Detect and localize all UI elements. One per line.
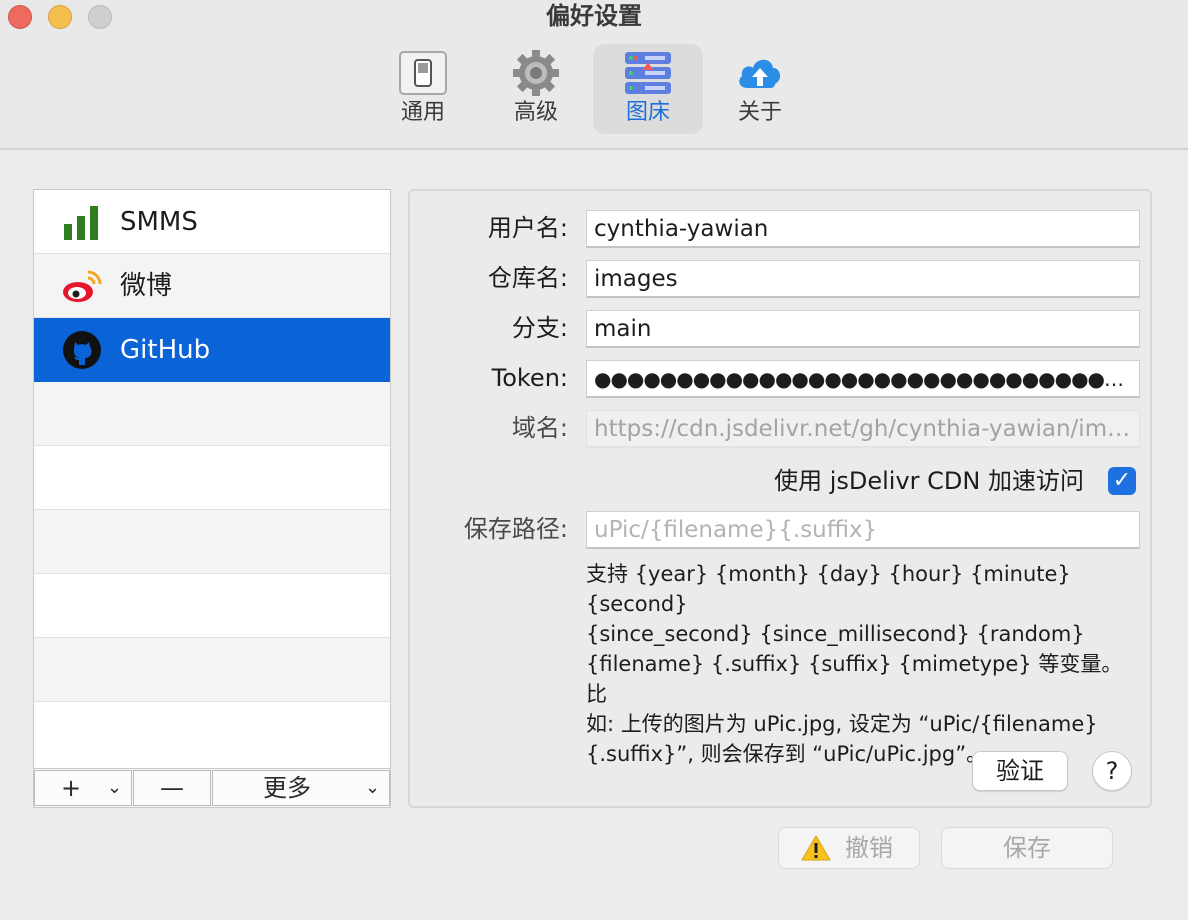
github-icon (63, 331, 101, 369)
minus-icon: — (160, 774, 184, 802)
tab-general[interactable]: 通用 (368, 44, 478, 134)
remove-host-button[interactable]: — (133, 770, 211, 806)
chevron-down-icon: ⌄ (365, 777, 381, 798)
empty-row (34, 638, 390, 702)
save-path-help-text: 支持 {year} {month} {day} {hour} {minute} … (586, 559, 1134, 769)
branch-field[interactable]: main (586, 310, 1140, 348)
save-path-label: 保存路径: (463, 515, 568, 543)
tab-label: 关于 (737, 100, 782, 125)
github-settings-panel: 用户名: cynthia-yawian 仓库名: images 分支: main… (408, 189, 1152, 808)
username-field[interactable]: cynthia-yawian (586, 210, 1140, 248)
help-line: {since_second} {since_millisecond} {rand… (586, 622, 1085, 646)
list-toolbar: + ⌄ — 更多 ⌄ (34, 768, 390, 807)
list-item-label: GitHub (120, 335, 211, 365)
list-item-weibo[interactable]: 微博 (34, 254, 390, 318)
gear-icon (513, 50, 559, 96)
list-item-smms[interactable]: SMMS (34, 190, 390, 254)
empty-row (34, 702, 390, 768)
token-field[interactable]: ●●●●●●●●●●●●●●●●●●●●●●●●●●●●●●●●●●●●●●●●… (586, 360, 1140, 398)
verify-button[interactable]: 验证 (972, 751, 1068, 791)
help-line: {filename} {.suffix} {suffix} {mimetype}… (586, 652, 1123, 706)
more-label: 更多 (263, 774, 311, 802)
empty-row (34, 510, 390, 574)
chevron-down-icon: ⌄ (107, 777, 123, 798)
empty-row (34, 574, 390, 638)
weibo-icon (63, 270, 102, 302)
add-host-button[interactable]: + ⌄ (34, 770, 132, 806)
cloud-upload-icon (739, 59, 781, 88)
cdn-option: 使用 jsDelivr CDN 加速访问 ✓ (410, 461, 1136, 501)
save-path-field[interactable]: uPic/{filename}{.suffix} (586, 511, 1140, 549)
help-line: 支持 {year} {month} {day} {hour} {minute} … (586, 562, 1071, 616)
tab-image-hosts[interactable]: 图床 (593, 44, 703, 134)
repo-label: 仓库名: (487, 264, 568, 292)
cdn-label: 使用 jsDelivr CDN 加速访问 (774, 467, 1084, 495)
switch-icon (399, 51, 447, 95)
domain-label: 域名: (511, 414, 568, 442)
domain-field: https://cdn.jsdelivr.net/gh/cynthia-yawi… (586, 410, 1140, 448)
list-item-github[interactable]: GitHub (34, 318, 390, 382)
list-item-label: SMMS (120, 207, 198, 237)
toolbar: 偏好设置 通用 高级 图床 关于 (0, 0, 1188, 150)
undo-label: 撤销 (845, 834, 893, 862)
tab-label: 通用 (400, 100, 445, 125)
branch-label: 分支: (511, 314, 568, 342)
tab-about[interactable]: 关于 (705, 44, 815, 134)
image-host-list: SMMS 微博 GitHub + ⌄ — 更多 ⌄ (33, 189, 391, 808)
undo-button[interactable]: 撤销 (778, 827, 920, 869)
checkmark-icon: ✓ (1112, 468, 1132, 493)
save-button[interactable]: 保存 (941, 827, 1113, 869)
plus-icon: + (61, 774, 82, 802)
warning-icon (801, 835, 831, 861)
username-label: 用户名: (487, 214, 568, 242)
cdn-checkbox[interactable]: ✓ (1108, 467, 1136, 495)
help-button[interactable]: ? (1092, 751, 1132, 791)
token-label: Token: (491, 364, 568, 392)
window-title: 偏好设置 (546, 2, 642, 30)
help-line: 如: 上传的图片为 uPic.jpg, 设定为 “uPic/{filename} (586, 712, 1098, 736)
server-icon (625, 52, 671, 94)
tab-label: 高级 (513, 100, 558, 125)
repo-field[interactable]: images (586, 260, 1140, 298)
tab-advanced[interactable]: 高级 (481, 44, 591, 134)
empty-row (34, 446, 390, 510)
more-menu-button[interactable]: 更多 ⌄ (212, 770, 390, 806)
empty-row (34, 382, 390, 446)
list-item-label: 微博 (120, 271, 173, 301)
signal-bars-icon (64, 206, 98, 240)
tab-label: 图床 (625, 100, 670, 125)
